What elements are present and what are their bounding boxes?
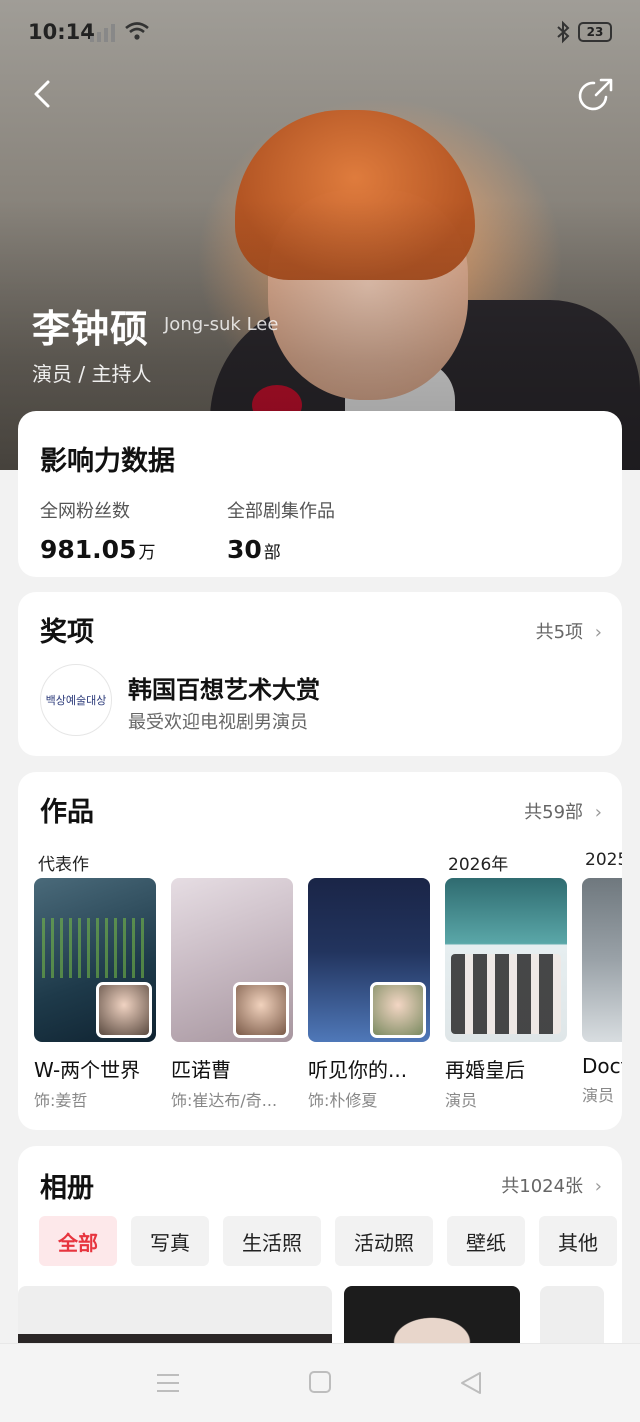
work-title: Doct [582,1054,622,1078]
work-title: 听见你的... [308,1058,408,1082]
work-item[interactable]: 再婚皇后 演员 [445,878,567,1111]
influence-card: 影响力数据 全网粉丝数 981.05 万 全部剧集作品 30 部 [18,411,622,577]
filter-chip-life[interactable]: 生活照 [223,1216,321,1266]
awards-card: 奖项 共5项 › 백상예술대상 韩国百想艺术大赏 最受欢迎电视剧男演员 [18,592,622,756]
work-item[interactable]: 听见你的... 饰:朴修夏 [308,878,430,1111]
status-time: 10:14 [28,20,95,44]
awards-more-link[interactable]: 共5项 › [536,618,602,644]
work-role: 饰:姜哲 [34,1091,88,1110]
home-icon[interactable] [308,1370,332,1394]
works-group-label: 代表作 [38,855,89,875]
album-title: 相册 [40,1173,94,1204]
person-english-name: Jong-suk Lee [164,314,279,335]
works-count: 共59部 [524,802,584,823]
award-name[interactable]: 韩国百想艺术大赏 [128,670,320,705]
album-more-link[interactable]: 共1024张 › [501,1172,602,1198]
stat-unit: 部 [263,543,281,563]
wifi-icon [125,22,149,40]
stat-value: 981.05 万 [40,535,155,564]
chevron-right-icon: › [594,802,602,823]
nav-back-icon[interactable] [459,1370,483,1396]
work-title: 匹诺曹 [171,1058,231,1082]
system-nav-bar [0,1343,640,1422]
work-poster [171,878,293,1042]
work-title: W-两个世界 [34,1058,141,1082]
works-carousel[interactable]: 代表作 2026年 2025 W-两个世界 饰:姜哲 匹诺曹 饰:崔达布/奇..… [34,850,622,1120]
stat-number: 981.05 [40,535,137,564]
role-thumbnail [96,982,152,1038]
works-more-link[interactable]: 共59部 › [524,798,602,824]
works-group-label: 2026年 [448,855,509,875]
filter-chip-wallpaper[interactable]: 壁纸 [447,1216,525,1266]
chevron-right-icon: › [594,1176,602,1197]
filter-chip-all[interactable]: 全部 [39,1216,117,1266]
stat-number: 30 [227,535,262,564]
filter-chip-other[interactable]: 其他 [539,1216,617,1266]
stat-fans: 全网粉丝数 981.05 万 [40,497,155,564]
work-role: 演员 [445,1091,478,1110]
chevron-right-icon: › [594,622,602,643]
work-poster [582,878,622,1042]
album-count: 共1024张 [501,1176,584,1197]
poster-lights [42,918,147,978]
menu-icon[interactable] [155,1370,181,1396]
stat-value: 30 部 [227,535,335,564]
work-item[interactable]: Doct 演员 [582,878,622,1106]
awards-title: 奖项 [40,617,94,648]
role-thumbnail [233,982,289,1038]
back-icon[interactable] [26,78,58,110]
work-poster [34,878,156,1042]
filter-chip-portrait[interactable]: 写真 [131,1216,209,1266]
status-bar: 10:14 23 [0,0,640,64]
hero-banner: 10:14 23 李钟硕 Jong-suk Lee 演员 / 主持人 [0,0,640,470]
works-title: 作品 [40,797,94,828]
work-role: 饰:崔达布/奇... [171,1091,278,1110]
album-filter-tabs: 全部 写真 生活照 活动照 壁纸 其他 [39,1216,622,1266]
work-title: 再婚皇后 [445,1058,525,1082]
work-role: 演员 [582,1086,615,1105]
award-logo: 백상예술대상 [40,664,112,736]
poster-cast [451,954,561,1034]
influence-title: 影响力数据 [40,446,175,477]
stat-unit: 万 [138,543,156,563]
stat-works: 全部剧集作品 30 部 [227,497,335,564]
person-name: 李钟硕 [32,307,150,351]
battery-icon: 23 [578,22,612,42]
work-poster [308,878,430,1042]
filter-chip-event[interactable]: 活动照 [335,1216,433,1266]
award-category: 最受欢迎电视剧男演员 [128,712,308,733]
role-thumbnail [370,982,426,1038]
work-item[interactable]: W-两个世界 饰:姜哲 [34,878,156,1111]
stat-label: 全部剧集作品 [227,501,335,522]
work-poster [445,878,567,1042]
awards-count: 共5项 [535,622,584,643]
person-roles: 演员 / 主持人 [32,362,152,386]
work-role: 饰:朴修夏 [308,1091,378,1110]
signal-icon [90,22,115,42]
works-card: 作品 共59部 › 代表作 2026年 2025 W-两个世界 饰:姜哲 匹诺曹… [18,772,622,1130]
stat-label: 全网粉丝数 [40,501,130,522]
work-item[interactable]: 匹诺曹 饰:崔达布/奇... [171,878,293,1111]
share-icon[interactable] [576,75,616,115]
bluetooth-icon [557,20,570,44]
works-group-label: 2025 [585,850,622,870]
